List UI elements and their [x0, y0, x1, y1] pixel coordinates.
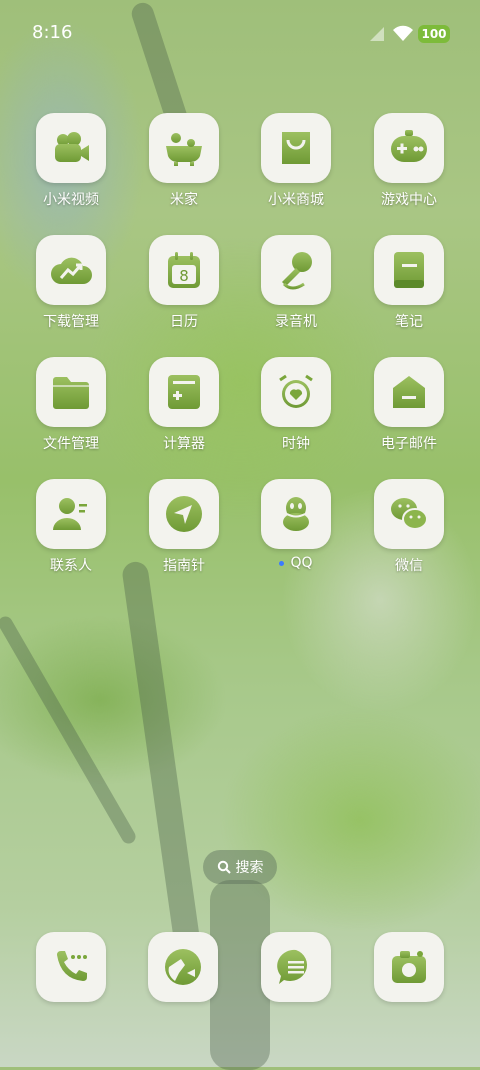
search-icon — [217, 860, 231, 874]
app-tile[interactable] — [374, 235, 444, 305]
app-label: 日历 — [170, 314, 198, 330]
qq-penguin-icon — [283, 497, 309, 531]
calculator-icon — [168, 375, 200, 409]
app-label: 小米商城 — [268, 192, 324, 208]
phone-icon — [57, 951, 87, 981]
app-calculator[interactable]: 计算器 — [134, 357, 234, 453]
app-label: 笔记 — [395, 314, 423, 330]
app-tile[interactable] — [261, 235, 331, 305]
battery-indicator: 100 — [418, 25, 450, 43]
video-camera-icon — [55, 132, 89, 162]
app-tile[interactable]: 8 — [149, 235, 219, 305]
app-tile[interactable] — [374, 357, 444, 427]
app-label: 文件管理 — [43, 436, 99, 452]
app-tile[interactable] — [149, 357, 219, 427]
app-tile[interactable] — [36, 113, 106, 183]
app-label: QQ — [246, 555, 346, 571]
app-tile[interactable] — [374, 479, 444, 549]
cloud-download-icon — [51, 257, 92, 284]
calendar-icon: 8 — [168, 252, 200, 288]
shopping-bag-icon — [282, 132, 310, 164]
app-label: 微信 — [395, 558, 423, 574]
search-button[interactable]: 搜索 — [203, 850, 277, 884]
app-mi-home[interactable]: 米家 — [134, 113, 234, 209]
mi-home-icon — [166, 133, 202, 166]
app-email[interactable]: 电子邮件 — [359, 357, 459, 453]
app-tile[interactable] — [36, 479, 106, 549]
wallpaper-branch — [120, 560, 206, 980]
cellular-signal-icon — [370, 27, 384, 41]
app-mi-store[interactable]: 小米商城 — [246, 113, 346, 209]
wallpaper-branch — [0, 613, 139, 847]
app-label: 录音机 — [275, 314, 317, 330]
app-tile[interactable] — [149, 113, 219, 183]
mail-icon — [393, 376, 425, 408]
app-tile[interactable] — [374, 932, 444, 1002]
app-notes[interactable]: 笔记 — [359, 235, 459, 331]
wechat-icon — [391, 498, 428, 530]
browser-globe-icon — [165, 949, 201, 985]
dock-camera[interactable] — [374, 932, 444, 1002]
app-clock[interactable]: 时钟 — [246, 357, 346, 453]
app-label: 指南针 — [163, 558, 205, 574]
app-download-manager[interactable]: 下载管理 — [21, 235, 121, 331]
messages-icon — [277, 949, 308, 984]
app-tile[interactable] — [36, 932, 106, 1002]
search-label: 搜索 — [235, 860, 264, 876]
app-tile[interactable] — [149, 479, 219, 549]
app-label: 米家 — [170, 192, 198, 208]
new-install-dot — [279, 560, 285, 566]
app-tile[interactable] — [261, 113, 331, 183]
app-label-text: QQ — [290, 555, 313, 571]
camera-icon — [392, 951, 426, 983]
app-label: 计算器 — [163, 436, 205, 452]
app-tile[interactable] — [374, 113, 444, 183]
dock-messages[interactable] — [261, 932, 331, 1002]
app-label: 时钟 — [282, 436, 310, 452]
dock-phone[interactable] — [36, 932, 106, 1002]
alarm-clock-icon — [279, 374, 313, 408]
app-tile[interactable] — [261, 479, 331, 549]
app-tile[interactable] — [36, 357, 106, 427]
calendar-day: 8 — [179, 267, 189, 285]
app-file-manager[interactable]: 文件管理 — [21, 357, 121, 453]
app-tile[interactable] — [36, 235, 106, 305]
contact-icon — [53, 498, 87, 530]
status-bar: 8:16 100 — [0, 0, 480, 68]
app-label: 电子邮件 — [381, 436, 437, 452]
app-xiaomi-video[interactable]: 小米视频 — [21, 113, 121, 209]
app-label: 联系人 — [50, 558, 92, 574]
gamepad-icon — [391, 130, 427, 162]
app-wechat[interactable]: 微信 — [359, 479, 459, 575]
app-label: 游戏中心 — [381, 192, 437, 208]
app-contacts[interactable]: 联系人 — [21, 479, 121, 575]
app-compass[interactable]: 指南针 — [134, 479, 234, 575]
app-recorder[interactable]: 录音机 — [246, 235, 346, 331]
app-tile[interactable] — [261, 932, 331, 1002]
app-label: 小米视频 — [43, 192, 99, 208]
folder-icon — [53, 377, 89, 409]
app-label: 下载管理 — [43, 314, 99, 330]
microphone-icon — [282, 252, 312, 290]
app-tile[interactable] — [148, 932, 218, 1002]
compass-icon — [166, 496, 202, 532]
dock-browser[interactable] — [148, 932, 218, 1002]
app-tile[interactable] — [261, 357, 331, 427]
notebook-icon — [394, 252, 424, 288]
app-qq[interactable]: QQ — [246, 479, 346, 571]
wifi-icon — [393, 25, 413, 41]
status-time: 8:16 — [32, 22, 73, 43]
app-calendar[interactable]: 8 日历 — [134, 235, 234, 331]
app-game-center[interactable]: 游戏中心 — [359, 113, 459, 209]
